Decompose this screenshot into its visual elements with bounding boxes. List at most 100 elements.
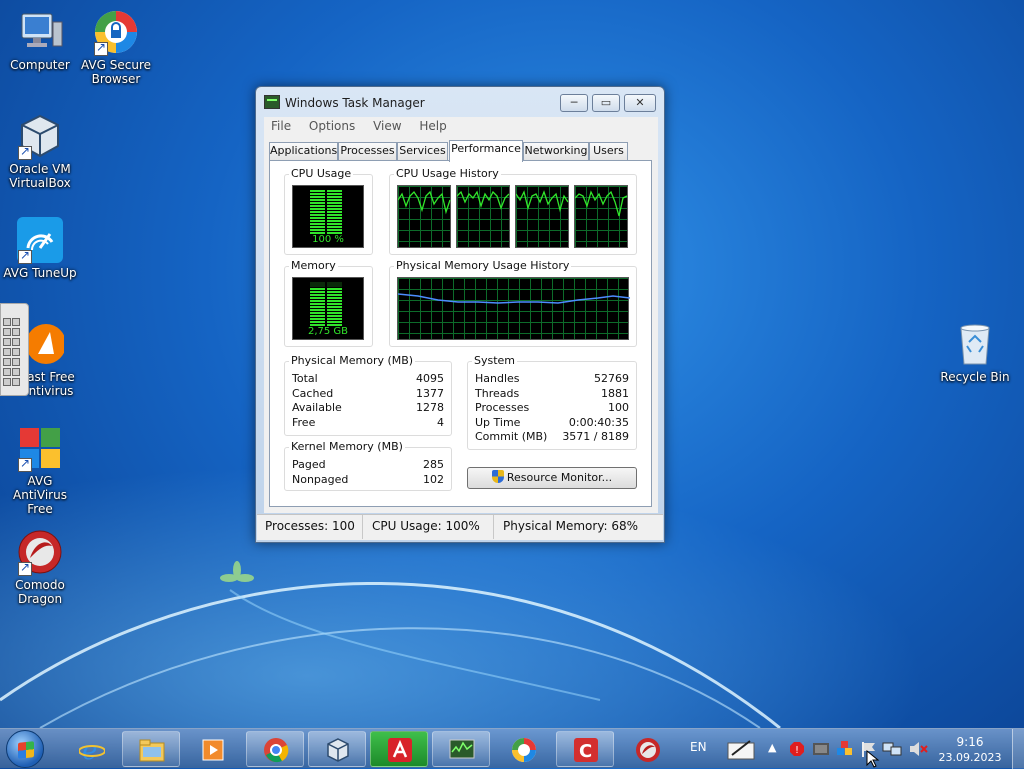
window-titlebar[interactable]: Windows Task Manager ─ ▭ ✕ (256, 87, 664, 117)
cpu-usage-group: CPU Usage 100 % (284, 167, 373, 255)
folder-icon (139, 739, 165, 762)
show-desktop-button[interactable] (1012, 729, 1024, 769)
tab-users[interactable]: Users (589, 142, 628, 160)
avg-antivirus-icon (16, 424, 64, 472)
kernel-memory-label: Kernel Memory (MB) (289, 440, 405, 453)
taskbar-chrome[interactable] (246, 731, 304, 767)
sys-row-processes: Processes 100 (475, 401, 629, 414)
virtualbox-icon (16, 112, 64, 160)
wallpaper-flower-icon (220, 561, 254, 582)
avg-secure-browser-icon (92, 8, 140, 56)
menu-view[interactable]: View (366, 117, 408, 135)
avira-icon (388, 738, 412, 762)
desktop-icon-virtualbox[interactable]: Oracle VM VirtualBox (0, 112, 80, 190)
cpu-history-graph-core4 (574, 185, 628, 248)
cpu-usage-bars (310, 190, 342, 234)
clock-time: 9:16 (956, 735, 984, 749)
tab-networking[interactable]: Networking (523, 142, 589, 160)
taskbar-media-player[interactable] (184, 731, 242, 767)
tab-applications[interactable]: Applications (269, 142, 338, 160)
start-button[interactable] (6, 730, 44, 768)
cpu-history-group: CPU Usage History (389, 167, 637, 255)
status-bar: Processes: 100 CPU Usage: 100% Physical … (257, 514, 663, 540)
uac-shield-icon (491, 470, 504, 483)
avg-tuneup-icon (16, 216, 64, 264)
tab-processes[interactable]: Processes (338, 142, 397, 160)
desktop-icon-computer[interactable]: Computer (0, 8, 80, 72)
internet-explorer-icon: e (79, 737, 105, 763)
avg-secure-browser-icon (512, 738, 536, 762)
avg-tray-icon[interactable] (836, 740, 854, 758)
status-cpu-usage: CPU Usage: 100% (364, 515, 494, 539)
menu-bar: File Options View Help (264, 117, 658, 135)
sys-row-handles: Handles 52769 (475, 372, 629, 385)
shortcut-arrow-icon (18, 560, 32, 576)
taskbar-internet-explorer[interactable]: e (62, 731, 120, 767)
language-indicator[interactable]: EN (690, 740, 707, 758)
svg-text:!: ! (795, 745, 799, 756)
media-player-icon (202, 739, 224, 761)
cpu-history-graph-core3 (515, 185, 569, 248)
shortcut-arrow-icon (18, 248, 32, 264)
pm-row-total: Total 4095 (292, 372, 444, 385)
km-row-nonpaged: Nonpaged 102 (292, 473, 444, 486)
cpu-history-graph-core2 (456, 185, 510, 248)
taskbar-comodo-dragon[interactable] (618, 731, 676, 767)
taskbar-avira[interactable] (370, 731, 428, 767)
taskbar-comodo[interactable]: C (556, 731, 614, 767)
comodo-dragon-icon (16, 528, 64, 576)
svg-text:C: C (579, 741, 592, 762)
menu-options[interactable]: Options (302, 117, 362, 135)
physical-memory-group: Physical Memory (MB) Total 4095 Cached 137… (284, 354, 452, 436)
memory-value: 2,75 GB (307, 326, 349, 337)
comodo-dragon-icon (636, 738, 660, 762)
cpu-usage-label: CPU Usage (289, 167, 354, 180)
pen-input-icon[interactable] (726, 735, 756, 763)
pm-row-cached: Cached 1377 (292, 387, 444, 400)
tab-performance[interactable]: Performance (449, 140, 523, 162)
task-manager-icon (264, 95, 280, 109)
cpu-history-label: CPU Usage History (394, 167, 501, 180)
physical-memory-rows: Total 4095 Cached 1377 Available 1278 Free 4 (292, 372, 444, 432)
memory-history-label: Physical Memory Usage History (394, 259, 572, 272)
km-row-paged: Paged 285 (292, 458, 444, 471)
shortcut-arrow-icon (18, 456, 32, 472)
system-rows: Handles 52769 Threads 1881 Processes 100 Up… (475, 372, 629, 447)
desktop-icon-comodo-dragon[interactable]: Comodo Dragon (0, 528, 80, 606)
taskbar-clock[interactable]: 9:16 23.09.2023 (935, 735, 1005, 765)
volume-muted-icon[interactable] (908, 740, 928, 758)
cpu-usage-value: 100 % (312, 234, 344, 245)
shortcut-arrow-icon (94, 40, 108, 56)
task-manager-window[interactable]: Windows Task Manager ─ ▭ ✕ File Options … (255, 86, 665, 543)
cpu-history-graph-core1 (397, 185, 451, 248)
sys-row-commit: Commit (MB) 3571 / 8189 (475, 430, 629, 443)
taskbar-task-manager[interactable] (432, 731, 490, 767)
desktop-icon-avg-tuneup[interactable]: AVG TuneUp (0, 216, 80, 280)
network-icon[interactable] (882, 740, 902, 758)
minimize-button[interactable]: ─ (560, 94, 588, 112)
desktop-icon-avg-antivirus-free[interactable]: AVG AntiVirus Free (0, 424, 80, 516)
recycle-bin-icon (951, 320, 999, 368)
taskbar-avg-secure-browser[interactable] (494, 731, 552, 767)
menu-help[interactable]: Help (412, 117, 453, 135)
menu-file[interactable]: File (264, 117, 298, 135)
status-processes: Processes: 100 (257, 515, 363, 539)
shortcut-arrow-icon (18, 144, 32, 160)
desktop-icon-recycle-bin[interactable]: Recycle Bin (935, 320, 1015, 384)
resource-monitor-button[interactable]: Resource Monitor... (467, 467, 637, 489)
security-alert-icon[interactable]: ! (789, 741, 805, 757)
monitor-tray-icon[interactable] (812, 741, 830, 757)
show-hidden-icons-button[interactable]: ▲ (768, 741, 776, 755)
close-button[interactable]: ✕ (624, 94, 656, 112)
taskbar-virtualbox[interactable] (308, 731, 366, 767)
on-screen-keyboard-tab[interactable] (0, 303, 29, 396)
desktop-icon-avg-secure-browser[interactable]: AVG Secure Browser (76, 8, 156, 86)
tab-services[interactable]: Services (397, 142, 448, 160)
mouse-cursor-icon (866, 750, 880, 768)
taskbar-explorer[interactable] (122, 731, 180, 767)
pm-row-available: Available 1278 (292, 401, 444, 414)
memory-meter: 2,75 GB (292, 277, 364, 340)
virtualbox-icon (327, 738, 349, 762)
sys-row-uptime: Up Time 0:00:40:35 (475, 416, 629, 429)
maximize-button[interactable]: ▭ (592, 94, 620, 112)
